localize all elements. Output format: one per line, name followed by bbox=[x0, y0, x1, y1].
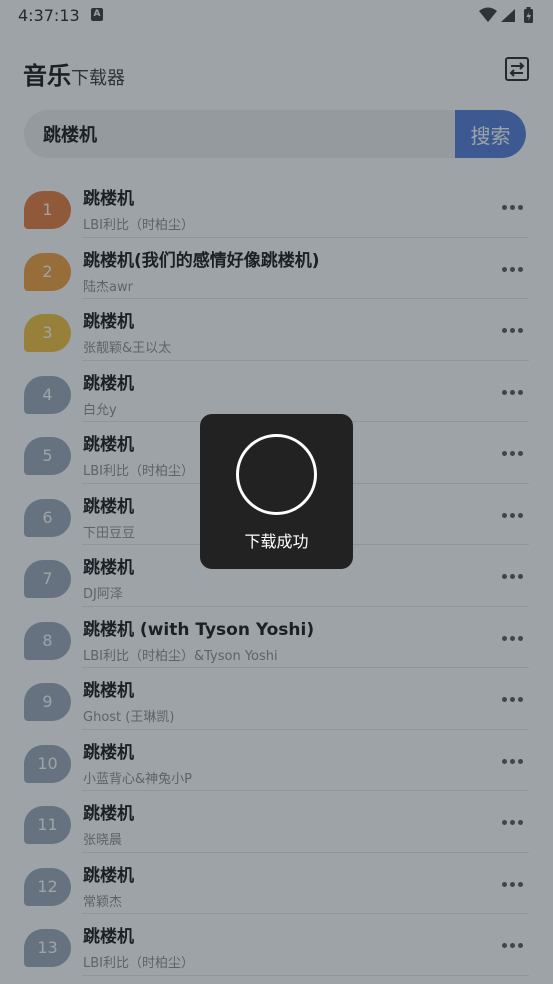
download-toast: 下载成功 bbox=[200, 414, 353, 569]
loading-circle-icon bbox=[236, 434, 317, 515]
toast-message: 下载成功 bbox=[244, 532, 309, 551]
